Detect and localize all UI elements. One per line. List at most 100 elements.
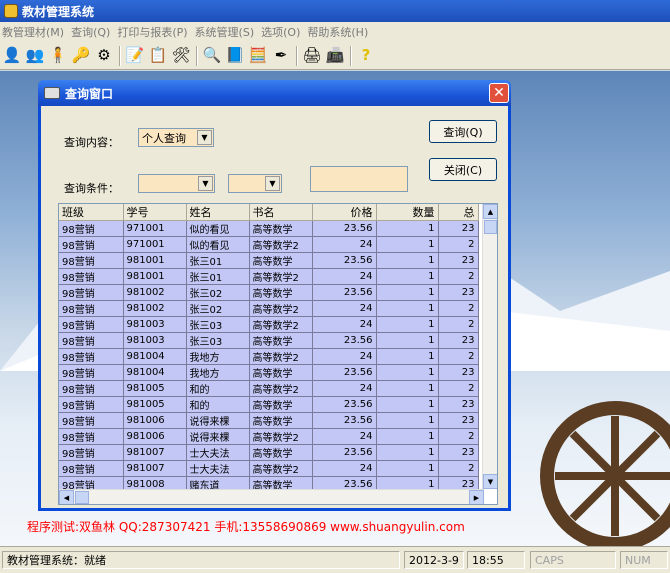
cell-student-id[interactable]: 981004	[123, 364, 187, 381]
cell-total[interactable]: 2	[438, 300, 479, 317]
people-icon[interactable]: 👥	[24, 45, 46, 67]
scroll-right-icon[interactable]: ▶	[469, 490, 484, 504]
cell-class[interactable]: 98营销	[59, 412, 124, 429]
chevron-down-icon[interactable]: ▼	[198, 176, 213, 191]
cell-book[interactable]: 高等数学2	[249, 236, 313, 253]
cell-name[interactable]: 张三02	[186, 300, 250, 317]
table-row[interactable]: 98营销 981006 说得来棵 高等数学2 24 1 2	[59, 428, 479, 445]
column-header-book[interactable]: 书名	[249, 204, 313, 221]
table-row[interactable]: 98营销 981004 我地方 高等数学 23.56 1 23	[59, 364, 479, 381]
cell-price[interactable]: 23.56	[312, 396, 377, 413]
cell-name[interactable]: 似的看见	[186, 236, 250, 253]
key-icon[interactable]: 🔑	[70, 45, 92, 67]
column-header-price[interactable]: 价格	[312, 204, 377, 221]
cell-class[interactable]: 98营销	[59, 268, 124, 285]
search-button[interactable]: 查询(Q)	[429, 120, 497, 143]
cell-book[interactable]: 高等数学2	[249, 268, 313, 285]
cell-total[interactable]: 23	[438, 252, 479, 269]
table-row[interactable]: 98营销 981004 我地方 高等数学2 24 1 2	[59, 348, 479, 365]
cell-quantity[interactable]: 1	[376, 316, 439, 333]
print-preview-icon[interactable]: 📠	[324, 45, 346, 67]
cell-price[interactable]: 24	[312, 380, 377, 397]
cell-book[interactable]: 高等数学	[249, 476, 313, 489]
cell-book[interactable]: 高等数学	[249, 332, 313, 349]
cell-student-id[interactable]: 981006	[123, 412, 187, 429]
search-icon[interactable]: 🔍	[201, 45, 223, 67]
cell-student-id[interactable]: 981008	[123, 476, 187, 489]
table-row[interactable]: 98营销 981003 张三03 高等数学2 24 1 2	[59, 316, 479, 333]
cell-price[interactable]: 23.56	[312, 444, 377, 461]
cell-class[interactable]: 98营销	[59, 364, 124, 381]
cell-price[interactable]: 23.56	[312, 252, 377, 269]
cell-book[interactable]: 高等数学	[249, 252, 313, 269]
cell-class[interactable]: 98营销	[59, 460, 124, 477]
menu-query[interactable]: 查询(Q)	[69, 24, 115, 40]
cell-student-id[interactable]: 981003	[123, 332, 187, 349]
table-row[interactable]: 98营销 981005 和的 高等数学2 24 1 2	[59, 380, 479, 397]
edit-icon[interactable]: 📝	[124, 45, 146, 67]
cell-quantity[interactable]: 1	[376, 252, 439, 269]
cell-student-id[interactable]: 971001	[123, 236, 187, 253]
cell-class[interactable]: 98营销	[59, 396, 124, 413]
cell-price[interactable]: 23.56	[312, 364, 377, 381]
tools-icon[interactable]: 🛠	[170, 45, 192, 67]
calculator-icon[interactable]: 🧮	[247, 45, 269, 67]
vertical-scrollbar[interactable]: ▲ ▼	[482, 204, 497, 489]
scroll-down-icon[interactable]: ▼	[483, 474, 497, 489]
table-row[interactable]: 98营销 981002 张三02 高等数学 23.56 1 23	[59, 284, 479, 301]
table-row[interactable]: 98营销 981003 张三03 高等数学 23.56 1 23	[59, 332, 479, 349]
cell-total[interactable]: 2	[438, 348, 479, 365]
cell-name[interactable]: 张三03	[186, 332, 250, 349]
column-header-class[interactable]: 班级	[59, 204, 124, 221]
cell-total[interactable]: 23	[438, 364, 479, 381]
table-row[interactable]: 98营销 971001 似的看见 高等数学 23.56 1 23	[59, 220, 479, 237]
cell-book[interactable]: 高等数学	[249, 412, 313, 429]
cell-student-id[interactable]: 981005	[123, 396, 187, 413]
column-header-student-id[interactable]: 学号	[123, 204, 187, 221]
table-row[interactable]: 98营销 981007 士大夫法 高等数学2 24 1 2	[59, 460, 479, 477]
cell-book[interactable]: 高等数学	[249, 396, 313, 413]
cell-name[interactable]: 我地方	[186, 364, 250, 381]
table-row[interactable]: 98营销 981001 张三01 高等数学 23.56 1 23	[59, 252, 479, 269]
scroll-thumb[interactable]	[75, 491, 89, 504]
cell-name[interactable]: 士大夫法	[186, 460, 250, 477]
cell-price[interactable]: 23.56	[312, 332, 377, 349]
cell-student-id[interactable]: 981006	[123, 428, 187, 445]
help-icon[interactable]: ?	[355, 45, 377, 67]
cell-student-id[interactable]: 981002	[123, 300, 187, 317]
menu-options[interactable]: 选项(O)	[259, 24, 305, 40]
condition-value-input[interactable]	[310, 166, 408, 192]
condition-operator-select[interactable]: ▼	[228, 174, 282, 193]
cell-price[interactable]: 24	[312, 428, 377, 445]
close-button[interactable]: 关闭(C)	[429, 158, 497, 181]
close-icon[interactable]: ✕	[489, 83, 509, 103]
cell-quantity[interactable]: 1	[376, 220, 439, 237]
cell-quantity[interactable]: 1	[376, 236, 439, 253]
cell-name[interactable]: 说得来棵	[186, 428, 250, 445]
table-row[interactable]: 98营销 981002 张三02 高等数学2 24 1 2	[59, 300, 479, 317]
cell-student-id[interactable]: 981002	[123, 284, 187, 301]
cell-book[interactable]: 高等数学2	[249, 460, 313, 477]
menu-print-report[interactable]: 打印与报表(P)	[115, 24, 192, 40]
condition-field-select[interactable]: ▼	[138, 174, 215, 193]
print-icon[interactable]: 🖨	[301, 45, 323, 67]
cell-total[interactable]: 23	[438, 412, 479, 429]
cell-name[interactable]: 张三02	[186, 284, 250, 301]
cell-class[interactable]: 98营销	[59, 380, 124, 397]
cell-quantity[interactable]: 1	[376, 476, 439, 489]
book-icon[interactable]: 📘	[224, 45, 246, 67]
cell-book[interactable]: 高等数学	[249, 364, 313, 381]
cell-book[interactable]: 高等数学	[249, 284, 313, 301]
cell-quantity[interactable]: 1	[376, 284, 439, 301]
cell-total[interactable]: 23	[438, 220, 479, 237]
cell-student-id[interactable]: 981007	[123, 460, 187, 477]
cell-book[interactable]: 高等数学2	[249, 428, 313, 445]
cell-quantity[interactable]: 1	[376, 348, 439, 365]
cell-quantity[interactable]: 1	[376, 444, 439, 461]
cell-quantity[interactable]: 1	[376, 380, 439, 397]
cell-book[interactable]: 高等数学	[249, 220, 313, 237]
cell-quantity[interactable]: 1	[376, 396, 439, 413]
cell-class[interactable]: 98营销	[59, 236, 124, 253]
cell-total[interactable]: 2	[438, 316, 479, 333]
cell-price[interactable]: 23.56	[312, 476, 377, 489]
